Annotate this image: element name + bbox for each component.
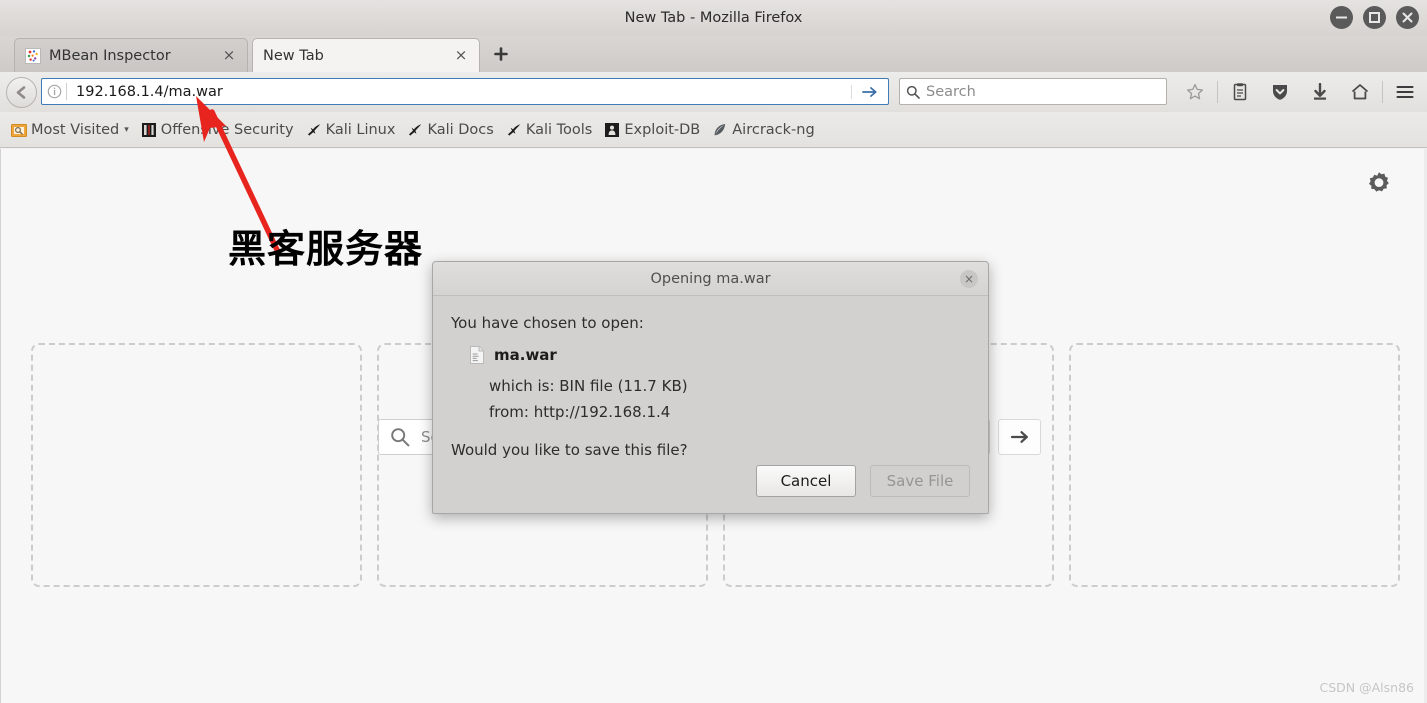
cancel-button[interactable]: Cancel (756, 465, 856, 497)
chevron-down-icon: ▾ (124, 124, 129, 135)
bookmark-label: Kali Tools (525, 121, 593, 138)
reader-list-icon[interactable] (1220, 78, 1260, 105)
dialog-question: Would you like to save this file? (451, 441, 688, 459)
bookmark-kali-linux[interactable]: Kali Linux (300, 117, 402, 143)
back-button[interactable] (6, 77, 37, 108)
bookmark-label: Kali Docs (427, 121, 494, 138)
toolbar-divider (1217, 80, 1218, 103)
bookmark-label: Most Visited (31, 121, 120, 138)
tab-label: MBean Inspector (49, 47, 171, 64)
kali-dragon-icon (506, 122, 522, 138)
bookmark-label: Kali Linux (325, 121, 396, 138)
toolbar-search-box[interactable]: Search (899, 78, 1167, 105)
offensive-security-icon (141, 122, 157, 138)
url-input[interactable]: 192.168.1.4/ma.war (67, 84, 851, 100)
new-tab-button[interactable] (489, 46, 513, 68)
dialog-close-icon[interactable]: × (960, 270, 978, 288)
dialog-file-name: ma.war (494, 346, 557, 364)
tab-strip: MBean Inspector × New Tab × (0, 36, 1427, 73)
home-icon[interactable] (1340, 78, 1380, 105)
kali-dragon-icon (306, 122, 322, 138)
bookmark-star-icon[interactable] (1175, 78, 1215, 105)
dialog-intro-text: You have chosen to open: (451, 314, 644, 332)
bookmark-label: Exploit-DB (624, 121, 701, 138)
close-button[interactable] (1396, 6, 1419, 29)
search-icon (900, 85, 926, 99)
bookmark-exploit-db[interactable]: Exploit-DB (598, 117, 706, 143)
newtab-tile[interactable] (1069, 343, 1400, 587)
newtab-tile[interactable] (31, 343, 362, 587)
tab-new-tab[interactable]: New Tab × (252, 38, 480, 72)
tab-close-icon[interactable]: × (453, 47, 469, 64)
toolbar-search-placeholder: Search (926, 83, 976, 100)
toolbar-divider (1382, 80, 1383, 103)
watermark-text: CSDN @Alsn86 (1319, 680, 1414, 695)
aircrack-ng-icon (712, 122, 728, 138)
gear-icon[interactable] (1364, 169, 1394, 199)
info-circle-icon[interactable] (42, 84, 66, 99)
dialog-file-type: which is: BIN file (11.7 KB) (489, 377, 688, 395)
bookmark-offensive-security[interactable]: Offensive Security (135, 117, 300, 143)
bookmark-kali-docs[interactable]: Kali Docs (401, 117, 499, 143)
bookmark-kali-tools[interactable]: Kali Tools (500, 117, 599, 143)
dialog-title: Opening ma.war (433, 262, 988, 296)
url-bar[interactable]: 192.168.1.4/ma.war (41, 78, 889, 105)
window-titlebar: New Tab - Mozilla Firefox (0, 0, 1427, 37)
bookmark-label: Offensive Security (160, 121, 294, 138)
tab-mbean-inspector[interactable]: MBean Inspector × (14, 38, 248, 72)
bookmark-most-visited[interactable]: Most Visited ▾ (5, 117, 135, 143)
maximize-button[interactable] (1363, 6, 1386, 29)
hamburger-menu-icon[interactable] (1385, 78, 1425, 105)
most-visited-icon (11, 122, 27, 138)
annotation-label: 黑客服务器 (228, 227, 424, 271)
tab-label: New Tab (263, 47, 324, 64)
bookmarks-toolbar: Most Visited ▾ Offensive Security Kali L… (0, 112, 1427, 148)
download-dialog: Opening ma.war × You have chosen to open… (432, 261, 989, 514)
go-arrow-icon[interactable] (851, 84, 888, 99)
minimize-button[interactable] (1330, 6, 1353, 29)
dialog-file-source: from: http://192.168.1.4 (489, 403, 671, 421)
navigation-toolbar: 192.168.1.4/ma.war Search (0, 72, 1427, 113)
java-beans-icon (25, 47, 41, 64)
window-controls (1330, 6, 1419, 29)
dialog-button-row: Cancel Save File (756, 465, 970, 497)
downloads-arrow-icon[interactable] (1300, 78, 1340, 105)
exploit-db-icon (604, 122, 620, 138)
kali-dragon-icon (407, 122, 423, 138)
toolbar-icon-group (1175, 78, 1425, 105)
save-file-button[interactable]: Save File (870, 465, 970, 497)
file-icon (469, 346, 485, 364)
window-title: New Tab - Mozilla Firefox (624, 10, 803, 26)
pocket-shield-icon[interactable] (1260, 78, 1300, 105)
tab-close-icon[interactable]: × (221, 47, 237, 64)
bookmark-aircrack-ng[interactable]: Aircrack-ng (706, 117, 820, 143)
firefox-window: New Tab - Mozilla Firefox MBean Inspecto… (0, 0, 1427, 703)
bookmark-label: Aircrack-ng (732, 121, 815, 138)
dialog-file-row: ma.war (469, 346, 970, 364)
dialog-body: You have chosen to open: ma.war which is… (433, 296, 988, 459)
